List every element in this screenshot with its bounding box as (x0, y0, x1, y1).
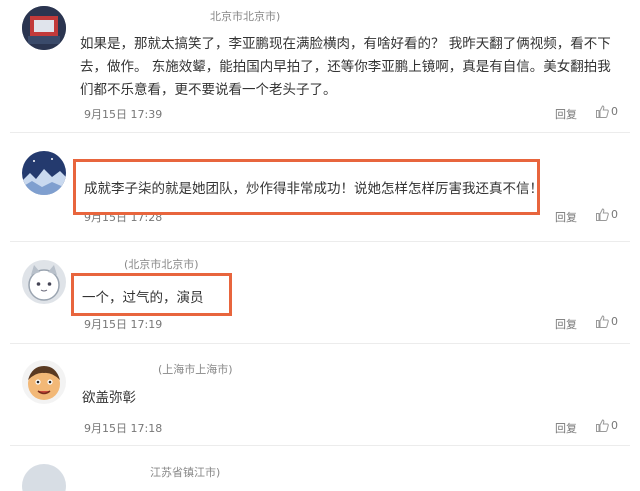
reply-button[interactable]: 回复 (555, 420, 577, 436)
like-count: 0 (611, 105, 618, 118)
username-location: (北京市北京市) (124, 258, 199, 271)
like-button[interactable]: 0 (596, 208, 618, 221)
highlight-box (73, 159, 540, 215)
avatar[interactable] (22, 6, 66, 50)
comment-item: 江苏省镇江市) (0, 446, 640, 491)
username-location: 北京市北京市) (210, 10, 281, 23)
reply-button[interactable]: 回复 (555, 316, 577, 332)
highlight-box (71, 273, 232, 316)
like-button[interactable]: 0 (596, 315, 618, 328)
comment-item: 北京市北京市) 如果是，那就太搞笑了，李亚鹏现在满脸横肉，有啥好看的？ 我昨天翻… (0, 0, 640, 130)
like-count: 0 (611, 315, 618, 328)
thumbs-up-icon (596, 315, 609, 328)
comment-time: 9月15日 17:39 (84, 108, 163, 121)
thumbs-up-icon (596, 419, 609, 432)
like-count: 0 (611, 419, 618, 432)
username-location: (上海市上海市) (158, 363, 233, 376)
username-location: 江苏省镇江市) (150, 466, 221, 479)
like-button[interactable]: 0 (596, 419, 618, 432)
thumbs-up-icon (596, 105, 609, 118)
reply-button[interactable]: 回复 (555, 209, 577, 225)
comment-text: 如果是，那就太搞笑了，李亚鹏现在满脸横肉，有啥好看的？ 我昨天翻了俩视频，看不下… (80, 36, 611, 98)
comment-item: (上海市上海市) 欲盖弥彰 9月15日 17:18 回复 0 (0, 344, 640, 444)
reply-button[interactable]: 回复 (555, 106, 577, 122)
avatar[interactable] (22, 151, 66, 195)
thumbs-up-icon (596, 208, 609, 221)
avatar[interactable] (22, 360, 66, 404)
avatar[interactable] (22, 464, 66, 491)
avatar[interactable] (22, 260, 66, 304)
like-count: 0 (611, 208, 618, 221)
like-button[interactable]: 0 (596, 105, 618, 118)
comment-time: 9月15日 17:19 (84, 318, 163, 331)
comment-time: 9月15日 17:18 (84, 422, 163, 435)
comment-text: 欲盖弥彰 (82, 390, 136, 406)
